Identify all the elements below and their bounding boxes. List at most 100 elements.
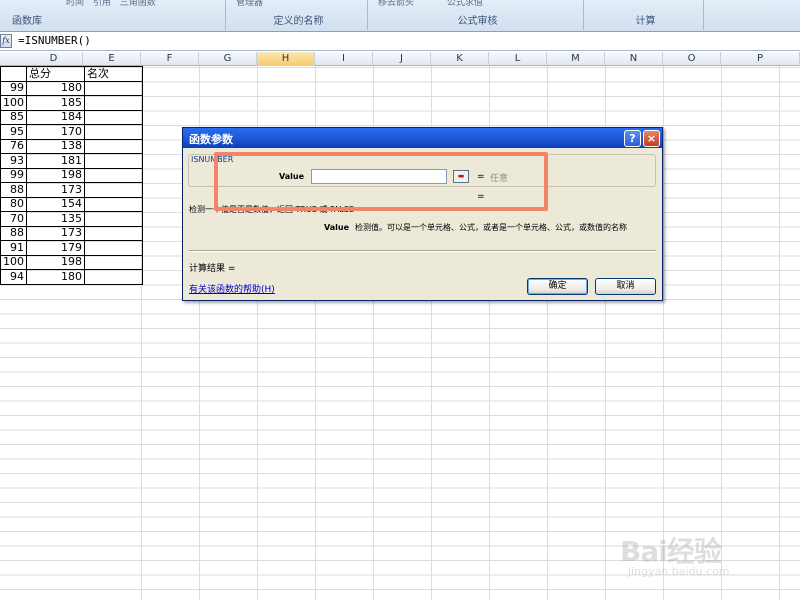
table-cell[interactable]: 88: [0, 225, 27, 241]
table-cell[interactable]: [84, 225, 143, 241]
column-header-d[interactable]: D: [25, 52, 83, 66]
column-header-h[interactable]: H: [257, 52, 315, 66]
table-cell[interactable]: 135: [26, 211, 85, 227]
watermark-logo: Bai经验: [620, 535, 722, 568]
column-header-n[interactable]: N: [605, 52, 663, 66]
column-header: D E F G H I J K L M N O P: [0, 52, 800, 66]
ribbon-group-title: 公式审核: [457, 16, 498, 27]
column-header-p[interactable]: P: [721, 52, 800, 66]
formula-input[interactable]: =ISNUMBER(): [18, 34, 91, 47]
help-icon[interactable]: ?: [624, 130, 641, 147]
table-cell[interactable]: 94: [0, 269, 27, 285]
table-cell[interactable]: 95: [0, 124, 27, 140]
table-cell[interactable]: 99: [0, 80, 27, 96]
dialog-title: 函数参数: [189, 133, 233, 146]
ribbon-item-time[interactable]: 时间: [66, 0, 84, 8]
table-cell[interactable]: 154: [26, 196, 85, 212]
watermark-url: jingyan.baidu.com: [628, 565, 730, 578]
ribbon-group-formula-auditing: 移去箭头 公式求值 公式审核: [372, 0, 584, 30]
table-row: 95 170: [0, 124, 143, 140]
column-header-k[interactable]: K: [431, 52, 489, 66]
close-icon[interactable]: ×: [643, 130, 660, 147]
table-cell[interactable]: 173: [26, 182, 85, 198]
function-help-link[interactable]: 有关该函数的帮助(H): [189, 282, 275, 295]
table-row: 94 180: [0, 269, 143, 285]
table-cell[interactable]: [84, 124, 143, 140]
table-row: 88 173: [0, 225, 143, 241]
table-header-row: 总分 名次: [0, 66, 143, 82]
table-cell[interactable]: 184: [26, 109, 85, 125]
dialog-title-bar[interactable]: 函数参数 ? ×: [183, 128, 662, 148]
table-cell[interactable]: 100: [0, 254, 27, 270]
formula-bar: fx =ISNUMBER(): [0, 32, 800, 51]
ribbon: 时间 引用 三角函数 函数库 管理器 定义的名称 移去箭头 公式求值 公式审核 …: [0, 0, 800, 32]
table-cell[interactable]: [84, 182, 143, 198]
column-header-m[interactable]: M: [547, 52, 605, 66]
table-cell[interactable]: [84, 80, 143, 96]
table-cell[interactable]: [84, 196, 143, 212]
column-header-l[interactable]: L: [489, 52, 547, 66]
table-cell[interactable]: 80: [0, 196, 27, 212]
table-row: 85 184: [0, 109, 143, 125]
score-table: 总分 名次 99 180 100 185 85 184 95 170 76 138 93 181 99 1…: [0, 66, 143, 285]
ribbon-group-title: 计算: [635, 16, 656, 27]
column-header-g[interactable]: G: [199, 52, 257, 66]
table-cell[interactable]: [84, 167, 143, 183]
column-header-e[interactable]: E: [83, 52, 141, 66]
table-cell[interactable]: 180: [26, 80, 85, 96]
table-cell[interactable]: 185: [26, 95, 85, 111]
table-cell[interactable]: 88: [0, 182, 27, 198]
ribbon-group-title: 定义的名称: [273, 16, 324, 27]
table-cell[interactable]: [84, 138, 143, 154]
table-cell[interactable]: 198: [26, 254, 85, 270]
divider: [188, 250, 656, 252]
table-row: 76 138: [0, 138, 143, 154]
table-row: 91 179: [0, 240, 143, 256]
ok-button[interactable]: 确定: [527, 278, 588, 295]
table-cell[interactable]: 173: [26, 225, 85, 241]
table-cell[interactable]: [84, 240, 143, 256]
table-cell[interactable]: 85: [0, 109, 27, 125]
ribbon-group-calculation: 计算: [588, 0, 704, 30]
table-header-total[interactable]: 总分: [26, 66, 85, 82]
ribbon-item-evaluate-formula[interactable]: 公式求值: [447, 0, 483, 8]
table-cell[interactable]: [84, 153, 143, 169]
table-cell[interactable]: 198: [26, 167, 85, 183]
table-row: 80 154: [0, 196, 143, 212]
column-header-j[interactable]: J: [373, 52, 431, 66]
table-cell[interactable]: [84, 95, 143, 111]
parameter-name: Value: [324, 223, 350, 232]
table-cell[interactable]: 99: [0, 167, 27, 183]
table-row: 99 198: [0, 167, 143, 183]
table-header-rank[interactable]: 名次: [84, 66, 143, 82]
table-row: 100 185: [0, 95, 143, 111]
table-cell[interactable]: [84, 254, 143, 270]
table-cell[interactable]: 91: [0, 240, 27, 256]
table-cell[interactable]: 100: [0, 95, 27, 111]
table-cell[interactable]: 93: [0, 153, 27, 169]
table-cell[interactable]: 179: [26, 240, 85, 256]
table-cell[interactable]: 138: [26, 138, 85, 154]
table-row: 88 173: [0, 182, 143, 198]
column-header-f[interactable]: F: [141, 52, 199, 66]
ribbon-group-function-library: 时间 引用 三角函数 函数库: [0, 0, 226, 30]
table-cell[interactable]: [0, 66, 27, 82]
function-icon[interactable]: fx: [0, 34, 12, 48]
table-row: 100 198: [0, 254, 143, 270]
table-cell[interactable]: 181: [26, 153, 85, 169]
ribbon-item-trig[interactable]: 三角函数: [120, 0, 156, 8]
table-cell[interactable]: 170: [26, 124, 85, 140]
ribbon-item-remove-arrows[interactable]: 移去箭头: [378, 0, 414, 8]
table-cell[interactable]: 70: [0, 211, 27, 227]
table-cell[interactable]: [84, 211, 143, 227]
ribbon-item-name-manager[interactable]: 管理器: [236, 0, 263, 8]
table-cell[interactable]: [84, 109, 143, 125]
table-cell[interactable]: 180: [26, 269, 85, 285]
ribbon-item-reference[interactable]: 引用: [93, 0, 111, 8]
table-cell[interactable]: 76: [0, 138, 27, 154]
cancel-button[interactable]: 取消: [595, 278, 656, 295]
table-row: 70 135: [0, 211, 143, 227]
table-cell[interactable]: [84, 269, 143, 285]
column-header-i[interactable]: I: [315, 52, 373, 66]
column-header-o[interactable]: O: [663, 52, 721, 66]
